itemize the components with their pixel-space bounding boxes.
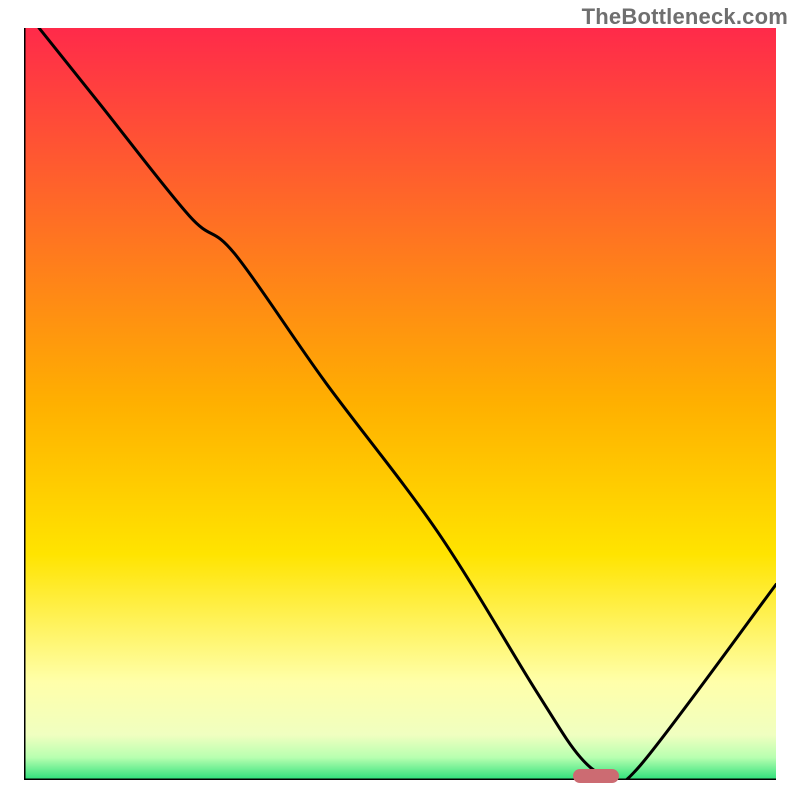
bottleneck-chart-svg	[24, 28, 776, 780]
plot-area	[24, 28, 776, 780]
chart-container: TheBottleneck.com	[0, 0, 800, 800]
watermark-text: TheBottleneck.com	[582, 4, 788, 30]
optimal-point-marker	[573, 769, 619, 783]
